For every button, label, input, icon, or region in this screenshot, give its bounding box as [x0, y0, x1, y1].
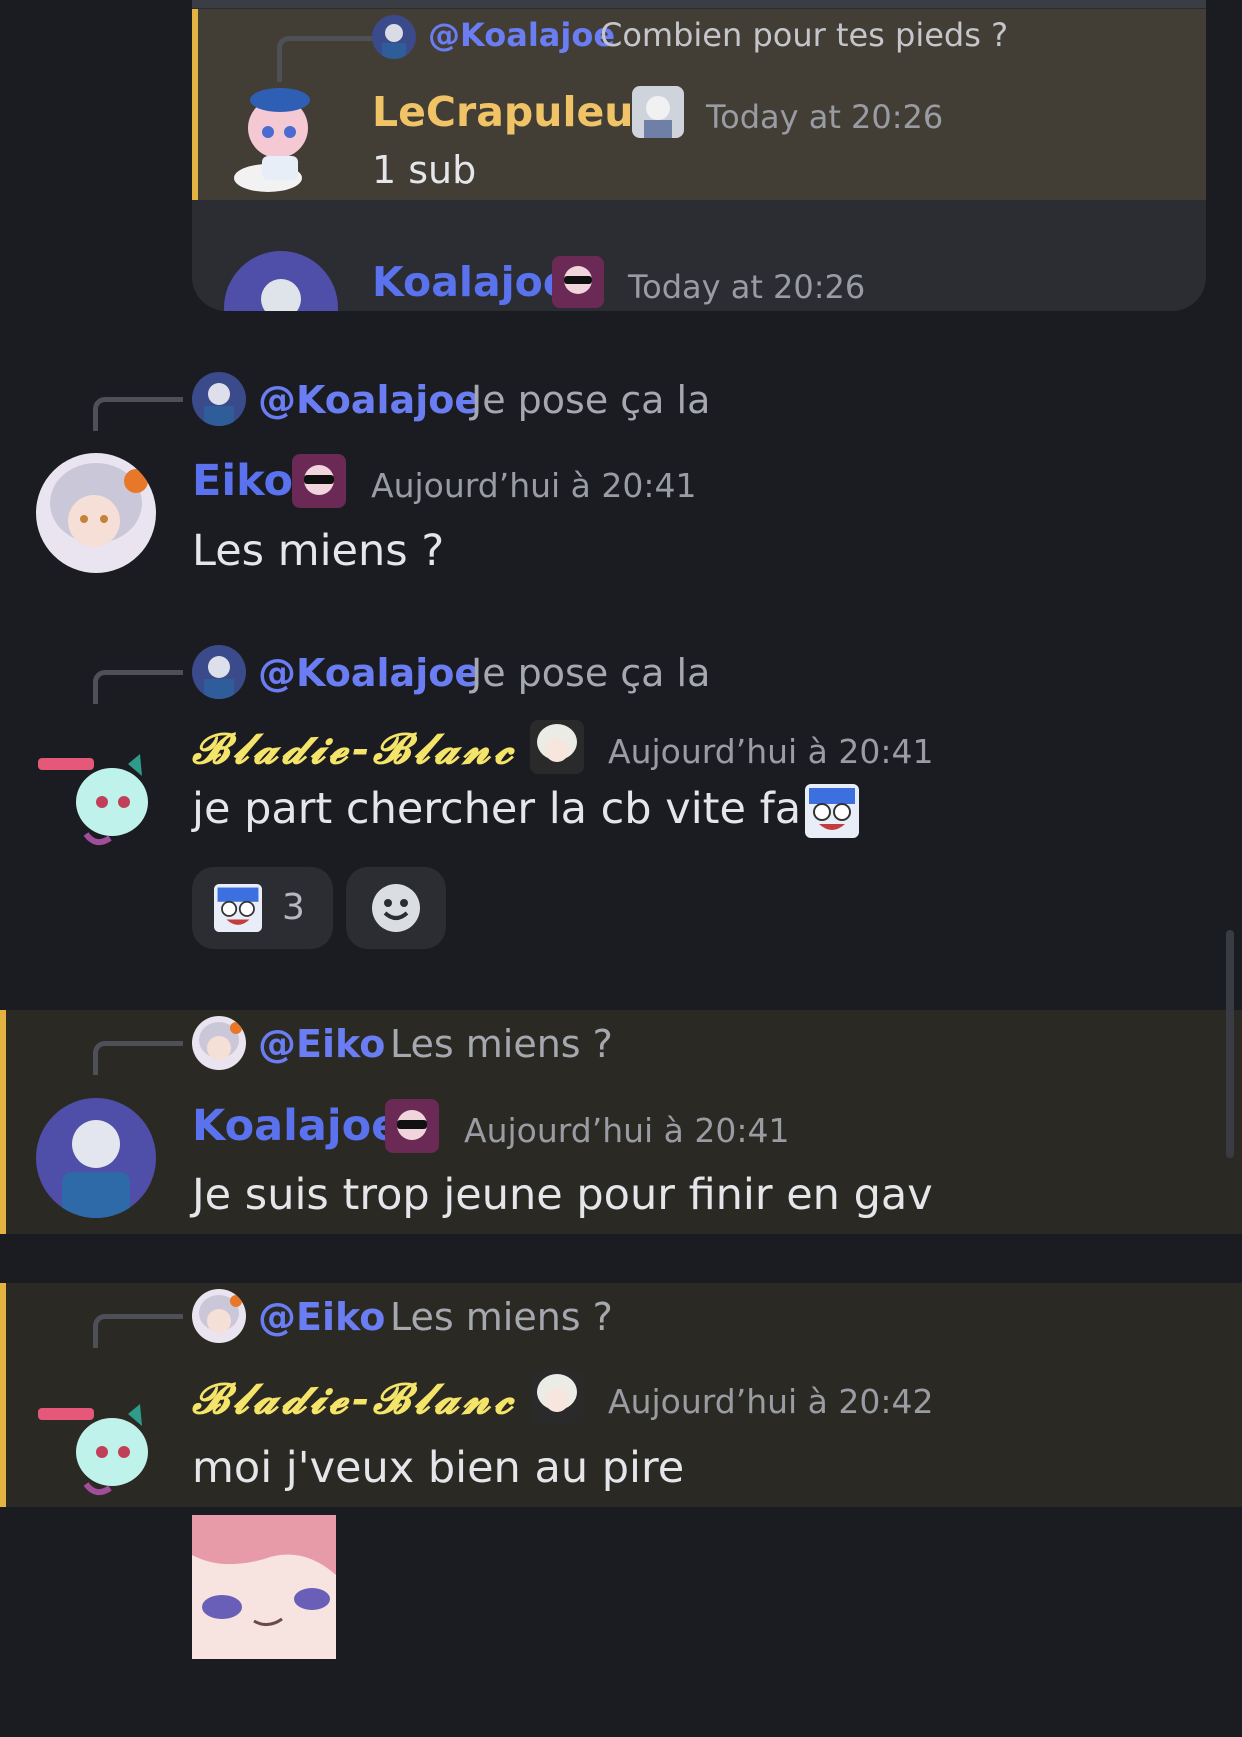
lecrapuleux-avatar[interactable] — [228, 76, 332, 194]
scrollbar-thumb[interactable] — [1226, 930, 1234, 1158]
white-hair-badge-icon[interactable] — [530, 720, 584, 774]
reply-preview-text[interactable]: Les miens ? — [390, 1022, 613, 1066]
embed-reply-text[interactable]: Combien pour tes pieds ? — [600, 16, 1008, 54]
embed-message-text-1: 1 sub — [372, 148, 477, 192]
reply-user-mention[interactable]: @Koalajoe — [258, 378, 480, 422]
reply-preview-text[interactable]: Je pose ça la — [471, 378, 710, 422]
embed-author-lecrapuleux[interactable]: LeCrapuleux — [372, 88, 660, 136]
message-text: Les miens ? — [192, 526, 445, 576]
reply-preview-text[interactable]: Je pose ça la — [471, 651, 710, 695]
author-name[interactable]: 𝓑𝓵𝓪𝓭𝓲𝓮-𝓑𝓵𝓪𝓷𝓬 — [192, 1374, 517, 1424]
reaction-button[interactable]: 3 — [192, 867, 333, 949]
reply-connector — [93, 1314, 183, 1348]
reply-connector — [93, 670, 183, 704]
eiko-avatar[interactable] — [36, 453, 156, 573]
message-timestamp: Aujourd’hui à 20:41 — [371, 466, 697, 505]
author-name[interactable]: Koalajoe — [192, 1101, 400, 1151]
reply-user-mention[interactable]: @Koalajoe — [258, 651, 480, 695]
author-name[interactable]: Eiko — [192, 456, 293, 506]
embed-timestamp-1: Today at 20:26 — [706, 98, 944, 136]
embed-reply-user[interactable]: @Koalajoe — [428, 16, 615, 54]
embed-author-koalajoe[interactable]: Koalajoe — [372, 258, 571, 306]
reaction-count: 3 — [282, 887, 305, 928]
crying-laugh-emoji-icon[interactable] — [805, 784, 859, 838]
add-reaction-button[interactable] — [346, 867, 446, 949]
reply-avatar[interactable] — [192, 645, 246, 699]
role-badge-icon[interactable] — [632, 86, 684, 138]
koalajoe-avatar-partial[interactable] — [224, 251, 338, 311]
author-name[interactable]: 𝓑𝓵𝓪𝓭𝓲𝓮-𝓑𝓵𝓪𝓷𝓬 — [192, 724, 517, 774]
white-hair-badge-icon[interactable] — [530, 1370, 584, 1424]
message-timestamp: Aujourd’hui à 20:41 — [608, 732, 934, 771]
koalajoe-avatar[interactable] — [36, 1098, 156, 1218]
reply-avatar[interactable] — [192, 372, 246, 426]
message-text: je part chercher la cb vite fait — [192, 784, 830, 834]
bladie-blanc-avatar[interactable] — [36, 1394, 158, 1498]
message-timestamp: Aujourd’hui à 20:41 — [464, 1111, 790, 1150]
reply-avatar[interactable] — [372, 15, 416, 59]
bladie-blanc-avatar[interactable] — [36, 744, 158, 848]
reply-preview-text[interactable]: Les miens ? — [390, 1295, 613, 1339]
pink-hair-anime-sticker[interactable] — [192, 1515, 336, 1659]
reply-user-mention[interactable]: @Eiko — [258, 1022, 385, 1066]
reply-avatar[interactable] — [192, 1016, 246, 1070]
sunglasses-badge-icon[interactable] — [552, 256, 604, 308]
reply-user-mention[interactable]: @Eiko — [258, 1295, 385, 1339]
reply-connector — [93, 397, 183, 431]
message-text: Je suis trop jeune pour finir en gav — [192, 1170, 933, 1220]
crying-laugh-emoji-icon — [214, 884, 262, 932]
message-timestamp: Aujourd’hui à 20:42 — [608, 1382, 934, 1421]
reply-connector — [93, 1041, 183, 1075]
sunglasses-badge-icon[interactable] — [292, 454, 346, 508]
reply-avatar[interactable] — [192, 1289, 246, 1343]
embed-timestamp-2: Today at 20:26 — [628, 268, 866, 306]
sunglasses-badge-icon[interactable] — [385, 1099, 439, 1153]
smiley-icon — [371, 883, 421, 933]
message-text: moi j'veux bien au pire — [192, 1443, 685, 1493]
card-top-border — [192, 0, 1206, 8]
